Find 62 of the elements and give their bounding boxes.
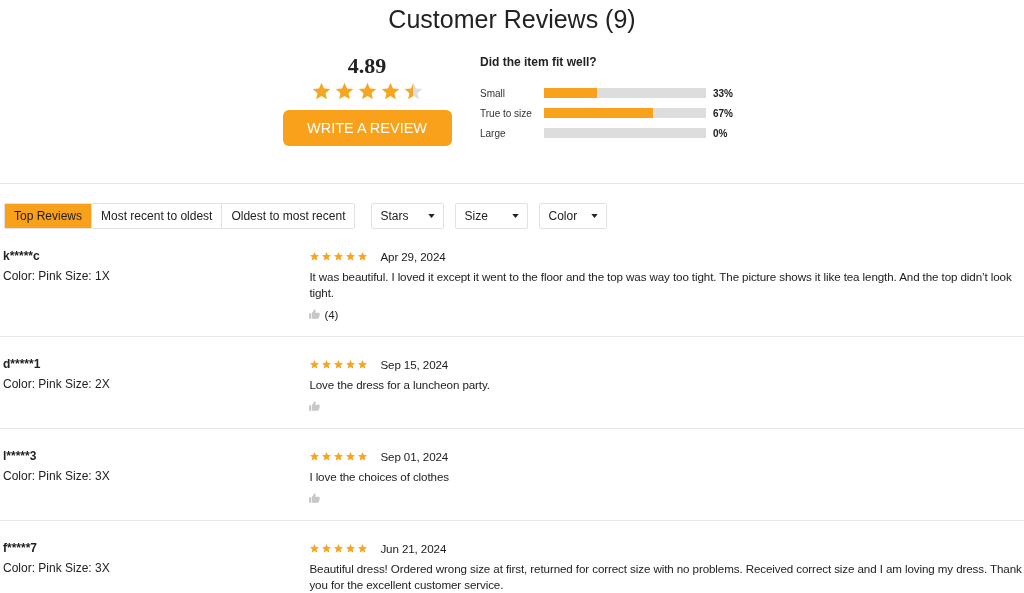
- star-icon: [333, 450, 345, 462]
- review-text: It was beautiful. I loved it except it went to the floor and the top was way too tight. The picture shows it like tea length. And the top didn’t look tight.: [309, 269, 1013, 301]
- review-text: Beautiful dress! Ordered wrong size at first, returned for correct size with no problems. Received correct size and I am loving my dress. Thank you for the excellent customer service.: [309, 561, 1023, 593]
- fit-label: True to size: [480, 107, 533, 119]
- star-icon: [357, 542, 369, 554]
- star-icon: [309, 250, 321, 262]
- star-icon: [321, 358, 333, 370]
- reviewer-name: f*****7: [3, 540, 39, 556]
- star-icon: [333, 542, 345, 554]
- star-icon: [345, 250, 357, 262]
- caret-icon: [591, 214, 599, 218]
- star-icon: [379, 81, 401, 102]
- star-icon: [345, 358, 357, 370]
- review-details: Color: Pink Size: 2X: [3, 377, 111, 391]
- review-text: Love the dress for a luncheon party.: [309, 377, 491, 393]
- filter-dropdown[interactable]: Size: [455, 203, 529, 229]
- fit-percent: 33%: [713, 87, 733, 99]
- star-icon: [333, 81, 355, 102]
- thumbs-up-icon[interactable]: [309, 401, 321, 411]
- star-icon: [309, 450, 321, 462]
- review-date: Apr 29, 2024: [380, 249, 446, 263]
- page-title: Customer Reviews (9): [387, 4, 637, 34]
- fit-percent: 67%: [713, 107, 733, 119]
- star-icon: [321, 542, 333, 554]
- star-icon: [357, 450, 369, 462]
- star-icon: [356, 81, 378, 102]
- star-icon: [345, 542, 357, 554]
- reviewer-name: l*****3: [3, 448, 38, 464]
- star-icon: [333, 250, 345, 262]
- thumbs-up-icon[interactable]: [309, 309, 321, 319]
- filter-dropdown[interactable]: Color: [539, 203, 608, 229]
- fit-percent: 0%: [713, 127, 728, 139]
- star-icon: [357, 250, 369, 262]
- filter-dropdown[interactable]: Stars: [371, 203, 445, 229]
- star-icon: [333, 358, 345, 370]
- star-icon: [321, 450, 333, 462]
- review-date: Jun 21, 2024: [380, 541, 447, 555]
- caret-icon: [428, 214, 436, 218]
- star-icon: [402, 81, 424, 102]
- like-count: (4): [324, 307, 339, 321]
- review-details: Color: Pink Size: 1X: [3, 269, 111, 283]
- review-text: I love the choices of clothes: [309, 469, 450, 485]
- review-details: Color: Pink Size: 3X: [3, 469, 111, 483]
- reviewer-name: k*****c: [3, 248, 41, 264]
- fit-label: Small: [480, 87, 506, 99]
- fit-question: Did the item fit well?: [480, 55, 598, 69]
- star-icon: [309, 542, 321, 554]
- star-icon: [321, 250, 333, 262]
- average-rating: 4.89: [347, 54, 387, 78]
- caret-icon: [512, 214, 520, 218]
- star-icon: [310, 81, 332, 102]
- review-details: Color: Pink Size: 3X: [3, 561, 111, 575]
- reviewer-name: d*****1: [3, 356, 42, 372]
- fit-label: Large: [480, 127, 507, 139]
- review-date: Sep 15, 2024: [380, 357, 449, 371]
- star-icon: [357, 358, 369, 370]
- sort-tab[interactable]: Top Reviews: [5, 204, 92, 228]
- sort-tab[interactable]: Oldest to most recent: [221, 204, 355, 228]
- thumbs-up-icon[interactable]: [309, 493, 321, 503]
- star-icon: [309, 358, 321, 370]
- star-icon: [345, 450, 357, 462]
- review-date: Sep 01, 2024: [380, 449, 449, 463]
